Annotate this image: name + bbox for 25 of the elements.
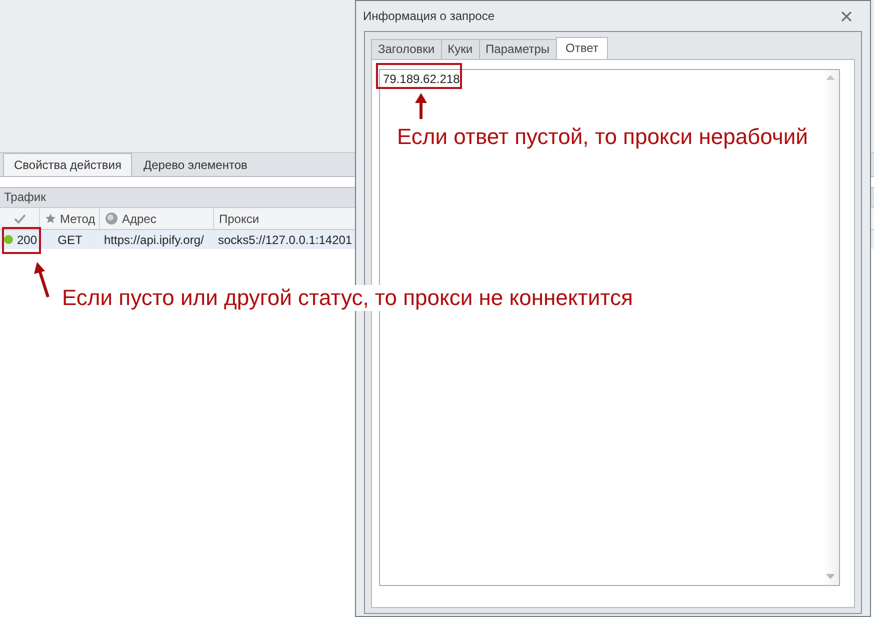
highlight-frame	[2, 227, 41, 254]
tab[interactable]: Параметры	[478, 39, 557, 59]
tab[interactable]: Заголовки	[371, 39, 442, 59]
arrow	[415, 93, 427, 119]
tab[interactable]: Свойства действия	[3, 153, 132, 176]
check-icon	[14, 214, 26, 224]
status-code: 200	[17, 232, 38, 246]
response-text: 79.189.62.218	[383, 72, 460, 86]
scroll-down-icon[interactable]	[826, 574, 835, 579]
table-cell: GET	[58, 232, 82, 246]
close-icon[interactable]	[841, 10, 852, 22]
column-header[interactable]: Адрес	[100, 208, 214, 229]
star-icon	[45, 213, 56, 224]
annotation-text: Если пусто или другой статус, то прокси не коннектится	[62, 285, 633, 311]
tab[interactable]: Дерево элементов	[132, 153, 258, 176]
column-header[interactable]: Метод	[40, 208, 100, 229]
tab[interactable]: Ответ	[556, 37, 608, 59]
window-title: Информация о запросе	[363, 9, 495, 23]
globe-icon	[105, 212, 118, 225]
scrollbar[interactable]	[822, 70, 839, 585]
tab[interactable]: Куки	[440, 39, 480, 59]
table-cell: socks5://127.0.0.1:14201	[218, 232, 352, 246]
table-cell: https://api.ipify.org/	[104, 232, 204, 246]
arrow	[34, 262, 50, 298]
scroll-up-icon[interactable]	[826, 75, 835, 80]
